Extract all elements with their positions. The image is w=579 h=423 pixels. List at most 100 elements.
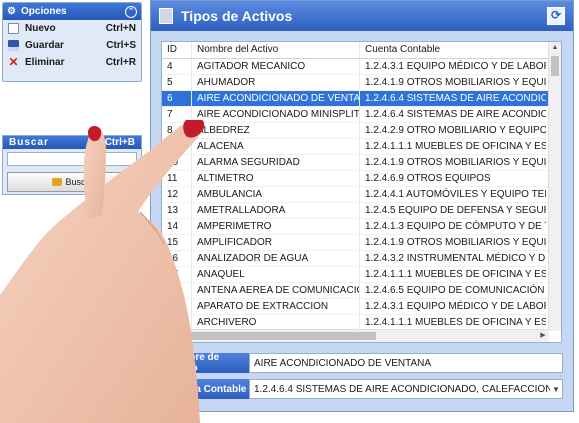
cell-nombre: ANTENA AEREA DE COMUNICACIÓN (192, 283, 360, 298)
cell-cuenta: 1.2.4.6.5 EQUIPO DE COMUNICACIÓN Y TELE.… (365, 285, 546, 296)
buscar-header: Buscar Ctrl+B (3, 136, 141, 149)
menu-item-eliminar[interactable]: ✕ Eliminar Ctrl+R (3, 54, 141, 71)
column-header-id[interactable]: ID (162, 42, 192, 58)
cuenta-field-row: Cuenta Contable 1.2.4.6.4 SISTEMAS DE AI… (163, 379, 563, 399)
table-row[interactable]: 16 ANALIZADOR DE AGUA 1.2.4.3.2 INSTRUMENT… (162, 251, 561, 267)
search-button[interactable]: Buscar (7, 172, 139, 192)
cell-id: 17 (162, 267, 192, 282)
cell-id: 14 (162, 219, 192, 234)
cell-id: 15 (162, 235, 192, 250)
cell-id: 5 (162, 75, 192, 90)
cell-cuenta: 1.2.4.3.1 EQUIPO MÉDICO Y DE LABORATORIO (365, 301, 546, 312)
cuenta-select[interactable]: 1.2.4.6.4 SISTEMAS DE AIRE ACONDICIONADO… (249, 379, 563, 399)
menu-item-label: Eliminar (25, 57, 65, 68)
table-row[interactable]: 6 AIRE ACONDICIONADO DE VENTANA 1.2.4.6.4 … (162, 91, 561, 107)
scroll-thumb-horizontal[interactable] (176, 332, 376, 340)
cell-nombre: AGITADOR MECANICO (192, 59, 360, 74)
column-header-nombre[interactable]: Nombre del Activo (192, 42, 360, 58)
table-row[interactable]: 19 APARATO DE EXTRACCION 1.2.4.3.1 EQUIPO … (162, 299, 561, 315)
cell-cuenta: 1.2.4.6.9 OTROS EQUIPOS (365, 173, 491, 184)
save-icon (8, 40, 19, 51)
table-row[interactable]: 8 ALBEDREZ 1.2.4.2.9 OTRO MOBILIARIO Y EQU… (162, 123, 561, 139)
buscar-panel: Buscar Ctrl+B Buscar (2, 135, 142, 195)
assets-table: ID Nombre del Activo Cuenta Contable 4 AG… (161, 41, 562, 343)
cell-cuenta: 1.2.4.1.1.1 MUEBLES DE OFICINA Y ESTANT.… (365, 269, 546, 280)
cell-nombre: AHUMADOR (192, 75, 360, 90)
cell-id: 9 (162, 139, 192, 154)
table-row[interactable]: 14 AMPERIMETRO 1.2.4.1.3 EQUIPO DE CÓMPUTO… (162, 219, 561, 235)
table-row[interactable]: 17 ANAQUEL 1.2.4.1.1.1 MUEBLES DE OFICINA … (162, 267, 561, 283)
table-row[interactable]: 9 ALACENA 1.2.4.1.1.1 MUEBLES DE OFICINA Y… (162, 139, 561, 155)
cell-nombre: ALACENA (192, 139, 360, 154)
horizontal-scrollbar[interactable]: ◀ ▶ (162, 329, 549, 342)
menu-item-shortcut: Ctrl+N (105, 23, 136, 34)
cell-id: 4 (162, 59, 192, 74)
cell-cuenta: 1.2.4.2.9 OTRO MOBILIARIO Y EQUIPO EDUC.… (365, 125, 546, 136)
table-row[interactable]: 18 ANTENA AEREA DE COMUNICACIÓN 1.2.4.6.5 … (162, 283, 561, 299)
vertical-scrollbar[interactable]: ▲ (548, 42, 561, 330)
cell-id: 13 (162, 203, 192, 218)
table-row[interactable]: 15 AMPLIFICADOR 1.2.4.1.9 OTROS MOBILIARIO… (162, 235, 561, 251)
cell-cuenta: 1.2.4.4.1 AUTOMÓVILES Y EQUIPO TERREST..… (365, 189, 546, 200)
cuenta-select-value: 1.2.4.6.4 SISTEMAS DE AIRE ACONDICIONADO… (254, 383, 550, 395)
tipos-activos-window: Tipos de Activos ⟳ ID Nombre del Activo … (150, 0, 574, 412)
collapse-icon[interactable]: ⌃ (125, 5, 137, 18)
cell-id: 18 (162, 283, 192, 298)
search-button-label: Buscar (65, 177, 94, 187)
cell-cuenta: 1.2.4.3.2 INSTRUMENTAL MÉDICO Y DE LAB..… (365, 253, 546, 264)
nombre-label: Nombre de Activo (163, 352, 249, 374)
table-row[interactable]: 11 ALTIMETRO 1.2.4.6.9 OTROS EQUIPOS (162, 171, 561, 187)
scroll-up-icon[interactable]: ▲ (549, 42, 561, 54)
table-row[interactable]: 12 AMBULANCIA 1.2.4.4.1 AUTOMÓVILES Y EQUI… (162, 187, 561, 203)
search-input[interactable] (7, 152, 137, 166)
cell-id: 6 (162, 91, 192, 106)
cell-cuenta: 1.2.4.6.4 SISTEMAS DE AIRE ACONDICIONAD.… (365, 109, 546, 120)
cell-cuenta: 1.2.4.1.9 OTROS MOBILIARIOS Y EQUIPOS D.… (365, 157, 546, 168)
buscar-title: Buscar (9, 137, 49, 148)
cell-cuenta: 1.2.4.1.3 EQUIPO DE CÓMPUTO Y DE TECNO..… (365, 221, 546, 232)
cell-nombre: ALARMA SEGURIDAD (192, 155, 360, 170)
cell-id: 10 (162, 155, 192, 170)
menu-item-shortcut: Ctrl+R (105, 57, 136, 68)
cell-cuenta: 1.2.4.3.1 EQUIPO MÉDICO Y DE LABORATORIO (365, 61, 546, 72)
cell-nombre: AMBULANCIA (192, 187, 360, 202)
buscar-shortcut: Ctrl+B (104, 137, 135, 148)
cell-cuenta: 1.2.4.1.9 OTROS MOBILIARIOS Y EQUIPOS D.… (365, 237, 546, 248)
window-title: Tipos de Activos (181, 8, 293, 24)
cell-id: 20 (162, 315, 192, 330)
cell-nombre: APARATO DE EXTRACCION (192, 299, 360, 314)
window-titlebar: Tipos de Activos ⟳ (151, 1, 573, 31)
scroll-thumb[interactable] (551, 56, 559, 76)
cell-id: 8 (162, 123, 192, 138)
cell-nombre: ARCHIVERO (192, 315, 360, 330)
opciones-header[interactable]: ⚙ Opciones ⌃ (3, 3, 141, 20)
refresh-icon[interactable]: ⟳ (547, 7, 565, 25)
table-row[interactable]: 5 AHUMADOR 1.2.4.1.9 OTROS MOBILIARIOS Y E… (162, 75, 561, 91)
table-header: ID Nombre del Activo Cuenta Contable (162, 42, 561, 59)
table-row[interactable]: 13 AMETRALLADORA 1.2.4.5 EQUIPO DE DEFENSA… (162, 203, 561, 219)
nombre-input[interactable]: AIRE ACONDICIONADO DE VENTANA (249, 353, 563, 373)
gear-icon: ⚙ (7, 5, 16, 17)
search-icon (52, 178, 63, 186)
table-body: 4 AGITADOR MECANICO 1.2.4.3.1 EQUIPO MÉDIC… (162, 59, 561, 342)
window-icon (159, 8, 173, 24)
cell-nombre: AIRE ACONDICIONADO MINISPLIT (192, 107, 360, 122)
menu-item-nuevo[interactable]: Nuevo Ctrl+N (3, 20, 141, 37)
cell-id: 16 (162, 251, 192, 266)
cell-nombre: ANALIZADOR DE AGUA (192, 251, 360, 266)
table-row[interactable]: 4 AGITADOR MECANICO 1.2.4.3.1 EQUIPO MÉDIC… (162, 59, 561, 75)
cell-nombre: AIRE ACONDICIONADO DE VENTANA (192, 91, 360, 106)
cell-nombre: ALBEDREZ (192, 123, 360, 138)
column-header-cuenta[interactable]: Cuenta Contable (360, 42, 546, 58)
scroll-right-icon[interactable]: ▶ (537, 330, 549, 342)
scroll-left-icon[interactable]: ◀ (162, 330, 174, 342)
menu-item-label: Nuevo (25, 23, 56, 34)
cell-nombre: ANAQUEL (192, 267, 360, 282)
table-row[interactable]: 7 AIRE ACONDICIONADO MINISPLIT 1.2.4.6.4 S… (162, 107, 561, 123)
nombre-field-row: Nombre de Activo AIRE ACONDICIONADO DE V… (163, 352, 563, 374)
menu-item-guardar[interactable]: Guardar Ctrl+S (3, 37, 141, 54)
cell-cuenta: 1.2.4.1.1.1 MUEBLES DE OFICINA Y ESTANT.… (365, 317, 546, 328)
table-row[interactable]: 10 ALARMA SEGURIDAD 1.2.4.1.9 OTROS MOBILI… (162, 155, 561, 171)
chevron-down-icon[interactable]: ▼ (550, 385, 562, 394)
cell-cuenta: 1.2.4.1.9 OTROS MOBILIARIOS Y EQUIPOS D.… (365, 77, 546, 88)
